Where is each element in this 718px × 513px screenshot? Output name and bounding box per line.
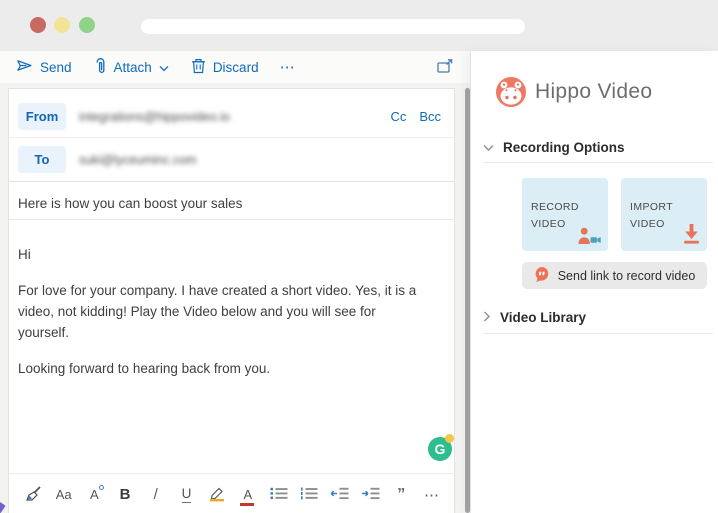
to-address[interactable]: suki@lyceuminc.com (79, 146, 197, 173)
bcc-button[interactable]: Bcc (419, 109, 441, 124)
subject-input[interactable]: Here is how you can boost your sales (18, 188, 441, 219)
close-window-button[interactable] (30, 17, 46, 33)
app-window: Send Attach Discard ⋯ (0, 0, 718, 513)
text-highlight-button[interactable] (207, 483, 227, 507)
send-icon (15, 58, 33, 76)
send-button[interactable]: Send (10, 54, 77, 80)
indent-icon (361, 487, 380, 503)
section-divider (484, 162, 713, 163)
row-divider (9, 219, 454, 220)
browser-titlebar (0, 0, 718, 51)
chat-bubble-icon (534, 266, 551, 286)
import-video-label: IMPORT VIDEO (630, 201, 673, 230)
numbered-list-icon (300, 487, 318, 503)
italic-button[interactable]: / (146, 483, 166, 507)
hippo-video-logo-icon (496, 77, 526, 107)
from-button[interactable]: From (18, 103, 66, 130)
formatting-toolbar: Aa A B / U A (9, 474, 454, 513)
format-painter-icon (24, 485, 42, 505)
download-icon (683, 224, 700, 244)
size-indicator (99, 485, 104, 490)
paperclip-icon (94, 57, 107, 78)
underline-button[interactable]: U (176, 483, 196, 507)
outdent-button[interactable] (330, 483, 350, 507)
font-color-button[interactable]: A (238, 483, 258, 507)
indent-button[interactable] (361, 483, 381, 507)
record-person-camera-icon (578, 227, 601, 244)
recording-options-label: Recording Options (503, 140, 625, 155)
record-video-label: RECORD VIDEO (531, 201, 579, 230)
row-divider (9, 137, 454, 138)
app-name: Hippo Video (535, 80, 652, 104)
grammarly-letter: G (435, 441, 446, 457)
row-divider (9, 181, 454, 182)
font-color-bar (240, 503, 254, 506)
body-greeting: Hi (18, 244, 430, 265)
send-link-to-record-button[interactable]: Send link to record video (522, 262, 707, 289)
popout-icon (437, 62, 454, 77)
import-video-button[interactable]: IMPORT VIDEO (621, 178, 707, 251)
grammarly-icon[interactable]: G (428, 437, 452, 461)
cc-button[interactable]: Cc (390, 109, 406, 124)
font-size-letter: A (90, 487, 99, 502)
trash-icon (191, 57, 206, 77)
from-address[interactable]: integrations@hippovideo.io (79, 103, 230, 130)
address-bar[interactable] (141, 19, 525, 34)
chevron-down-icon (159, 60, 169, 75)
attach-button[interactable]: Attach (89, 53, 174, 82)
send-label: Send (40, 60, 72, 75)
compose-toolbar: Send Attach Discard ⋯ (0, 51, 470, 83)
underline-letter: U (182, 486, 192, 503)
font-color-letter: A (243, 487, 252, 502)
compose-card: From integrations@hippovideo.io Cc Bcc T… (8, 88, 455, 513)
recording-options-header[interactable]: Recording Options (483, 140, 625, 155)
highlighter-icon (208, 485, 226, 505)
video-library-label: Video Library (500, 310, 586, 325)
bullet-list-button[interactable] (269, 483, 289, 507)
bold-button[interactable]: B (115, 483, 135, 507)
mail-compose-area: Send Attach Discard ⋯ (0, 51, 470, 513)
message-body-editor[interactable]: Hi For love for your company. I have cre… (18, 244, 430, 394)
record-video-button[interactable]: RECORD VIDEO (522, 178, 608, 251)
outdent-icon (330, 487, 349, 503)
discard-button[interactable]: Discard (186, 53, 264, 81)
format-painter-button[interactable] (23, 483, 43, 507)
zoom-window-button[interactable] (79, 17, 95, 33)
body-paragraph: For love for your company. I have create… (18, 280, 430, 343)
font-button[interactable]: Aa (54, 483, 74, 507)
popout-button[interactable] (437, 59, 454, 77)
discard-label: Discard (213, 60, 259, 75)
cc-bcc-group: Cc Bcc (390, 103, 441, 130)
quote-button[interactable]: ” (391, 483, 411, 507)
numbered-list-button[interactable] (299, 483, 319, 507)
section-divider (484, 333, 713, 334)
recording-options-cards: RECORD VIDEO IMPORT VIDEO (522, 178, 707, 251)
more-options-button[interactable]: ⋯ (280, 58, 296, 76)
video-library-header[interactable]: Video Library (483, 310, 586, 325)
chevron-right-icon (483, 310, 491, 325)
minimize-window-button[interactable] (54, 17, 70, 33)
chevron-down-icon (483, 140, 494, 155)
bullet-list-icon (270, 487, 288, 503)
grammarly-notification-dot (445, 434, 454, 443)
body-paragraph: Looking forward to hearing back from you… (18, 358, 430, 379)
send-link-label: Send link to record video (558, 269, 696, 283)
font-size-button[interactable]: A (84, 483, 104, 507)
attach-label: Attach (114, 60, 152, 75)
more-formatting-button[interactable]: ⋯ (422, 483, 442, 507)
hippo-video-panel: Hippo Video Recording Options RECORD VID… (470, 51, 718, 513)
to-button[interactable]: To (18, 146, 66, 173)
